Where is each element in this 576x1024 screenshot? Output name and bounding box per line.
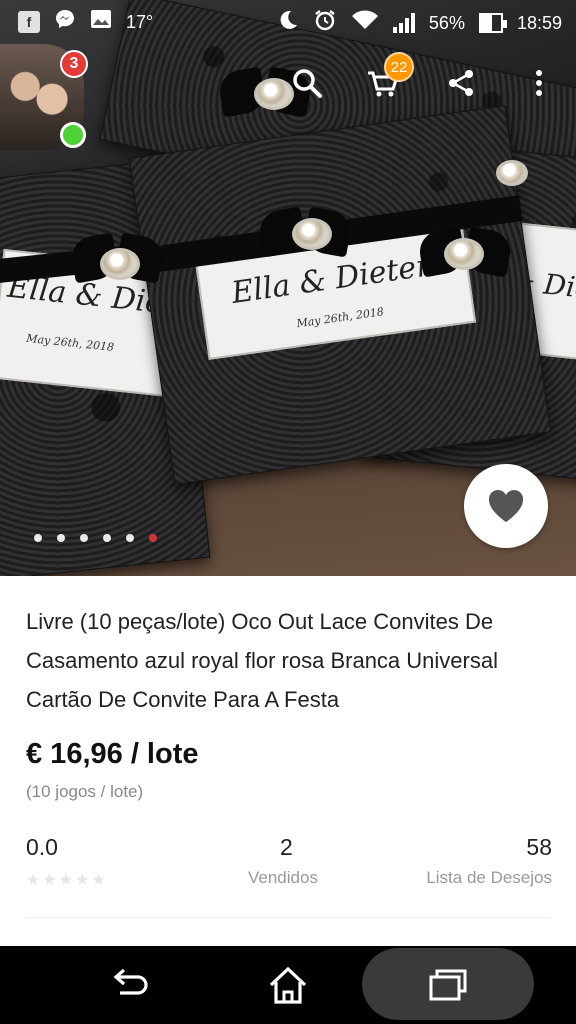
more-icon	[536, 70, 542, 96]
star-icon: ★	[75, 872, 90, 889]
rating-stars: ★ ★ ★ ★ ★	[26, 870, 106, 890]
online-status-dot	[60, 122, 86, 148]
rating-value: 0.0	[26, 834, 58, 860]
pearl-brooch	[496, 160, 528, 186]
pearl-brooch	[254, 78, 294, 110]
battery-icon	[478, 13, 507, 33]
pearl-brooch	[292, 218, 332, 250]
star-icon: ★	[42, 872, 57, 889]
battery-percent: 56%	[428, 12, 465, 33]
recents-icon	[429, 969, 467, 1001]
home-button[interactable]	[258, 946, 318, 1024]
back-button[interactable]	[100, 946, 160, 1024]
more-options-button[interactable]	[516, 60, 562, 106]
temperature: 17°	[126, 11, 154, 32]
star-icon: ★	[91, 872, 106, 889]
sold-count: 2	[280, 834, 293, 860]
heart-icon	[488, 490, 524, 522]
carousel-dot[interactable]	[80, 534, 88, 542]
moon-icon	[277, 9, 299, 37]
clock: 18:59	[516, 12, 562, 33]
gallery-icon	[90, 9, 112, 35]
messenger-icon	[54, 8, 76, 36]
product-stats: 0.0 ★ ★ ★ ★ ★ 2 Vendidos 58 Lista de Des…	[26, 834, 552, 894]
share-button[interactable]	[438, 60, 484, 106]
carousel-dot[interactable]	[103, 534, 111, 542]
product-price: € 16,96 / lote	[26, 738, 199, 770]
sold-label: Vendidos	[248, 868, 318, 887]
recents-button[interactable]	[418, 946, 478, 1024]
wishlist-count: 58	[526, 834, 552, 860]
alarm-icon	[313, 8, 337, 38]
carousel-dot[interactable]	[149, 534, 157, 542]
signal-icon	[392, 13, 415, 33]
cart-button[interactable]: 22	[360, 52, 414, 106]
lot-size-note: (10 jogos / lote)	[26, 782, 144, 801]
share-icon	[449, 70, 473, 96]
wishlist-label: Lista de Desejos	[426, 868, 552, 887]
home-icon	[269, 966, 307, 1004]
pearl-brooch	[444, 238, 484, 270]
carousel-indicator	[34, 534, 157, 542]
back-icon	[113, 968, 148, 995]
navigation-bar	[0, 946, 576, 1024]
carousel-dot[interactable]	[34, 534, 42, 542]
carousel-dot[interactable]	[57, 534, 65, 542]
carousel-dot[interactable]	[126, 534, 134, 542]
cart-count-badge: 22	[384, 52, 414, 82]
wifi-icon	[351, 9, 379, 37]
star-icon: ★	[58, 872, 74, 889]
invitation-card-center: Ella & Dieter May 26th, 2018	[128, 105, 552, 485]
facebook-icon: f	[18, 11, 40, 33]
divider	[26, 917, 550, 918]
status-bar: f 17° 56% 18:59	[0, 0, 576, 40]
product-title: Livre (10 peças/lote) Oco Out Lace Convi…	[26, 609, 498, 712]
search-icon	[293, 69, 322, 98]
pearl-brooch	[100, 248, 140, 280]
wishlist-button[interactable]	[464, 464, 548, 548]
star-icon: ★	[26, 872, 41, 889]
